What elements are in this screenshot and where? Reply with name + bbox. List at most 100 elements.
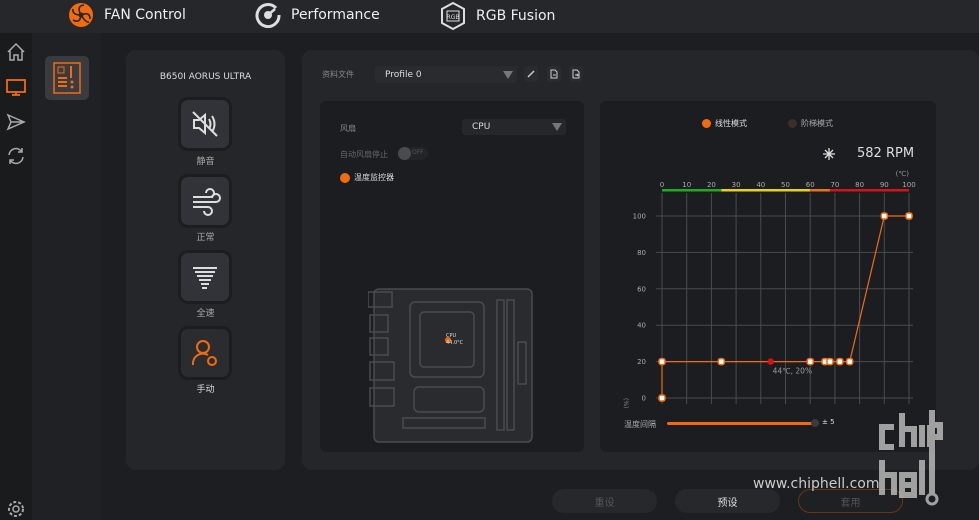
x-tick-label: 50 bbox=[781, 181, 790, 189]
x-tick-label: 80 bbox=[855, 181, 864, 189]
x-tick-label: 20 bbox=[707, 181, 716, 189]
auto-stop-label: 自动风扇停止 bbox=[340, 150, 388, 159]
curve-point bbox=[806, 357, 814, 366]
mode-silent-button[interactable] bbox=[181, 100, 229, 148]
interval-slider[interactable] bbox=[667, 419, 819, 427]
motherboard-diagram bbox=[368, 288, 533, 443]
x-tick-label: 90 bbox=[880, 181, 889, 189]
curve-point bbox=[658, 357, 666, 366]
device-name: B650I AORUS ULTRA bbox=[159, 72, 252, 82]
interval-label: 温度间隔 bbox=[624, 420, 656, 429]
radio-dot-icon bbox=[340, 172, 350, 183]
fan-icon bbox=[69, 3, 93, 27]
curve-point bbox=[658, 394, 666, 402]
monitor-icon[interactable] bbox=[5, 76, 27, 98]
curve-point bbox=[845, 357, 854, 366]
reset-button[interactable]: 重设 bbox=[552, 489, 657, 513]
fan-curve-chart[interactable]: 0 10 20 30 40 50 60 70 80 90 100 0 20 40 60 80 100 (℃) (%)… bbox=[600, 101, 936, 421]
send-icon[interactable] bbox=[5, 111, 27, 133]
watermark-url: www.chiphell.com bbox=[753, 476, 880, 492]
top-bar: FAN Control Performance RGB RGB Fusion bbox=[0, 0, 979, 33]
import-profile-button[interactable] bbox=[547, 66, 561, 82]
x-tick-label: 0 bbox=[660, 181, 664, 189]
manual-user-icon bbox=[191, 340, 217, 366]
temp-band bbox=[810, 189, 830, 192]
profile-value: Profile 0 bbox=[385, 69, 422, 80]
reset-label: 重设 bbox=[594, 497, 615, 509]
mode-manual-button[interactable] bbox=[181, 329, 229, 377]
y-tick-label: 20 bbox=[637, 358, 646, 366]
mode-fullspeed-button[interactable] bbox=[181, 253, 229, 301]
curve-point bbox=[836, 357, 844, 366]
curve-point bbox=[905, 212, 913, 220]
mode-label: 手动 bbox=[196, 385, 215, 395]
mode-label: 正常 bbox=[196, 233, 215, 243]
y-tick-label: 60 bbox=[637, 285, 646, 293]
y-tick-label: 100 bbox=[633, 213, 646, 221]
x-tick-label: 40 bbox=[756, 181, 765, 189]
tab-label: FAN Control bbox=[104, 7, 186, 23]
tab-fan-control[interactable]: FAN Control bbox=[68, 2, 186, 28]
chevron-down-icon bbox=[503, 71, 513, 79]
export-profile-button[interactable] bbox=[569, 66, 583, 82]
x-tick-label: 30 bbox=[732, 181, 741, 189]
file-import-icon bbox=[550, 69, 558, 79]
x-tick-label: 70 bbox=[830, 181, 839, 189]
x-unit-label: (℃) bbox=[896, 170, 910, 178]
temp-band bbox=[662, 189, 722, 192]
curve-point bbox=[826, 357, 834, 366]
interval-value: ± 5 bbox=[822, 418, 835, 426]
y-tick-label: 80 bbox=[637, 249, 646, 257]
home-icon[interactable] bbox=[5, 41, 27, 63]
y-tick-label: 40 bbox=[637, 322, 646, 330]
current-point bbox=[767, 358, 774, 365]
default-button[interactable]: 预设 bbox=[675, 489, 780, 513]
fan-curve-panel: 线性模式 阶梯模式 582 RPM 0 10 20 30 40 50 60 70 80 90 100… bbox=[600, 101, 936, 452]
gauge-icon bbox=[255, 3, 281, 28]
apply-label: 套用 bbox=[840, 497, 861, 509]
temp-monitor-radio[interactable]: 温度监控器 bbox=[340, 172, 394, 183]
profile-select[interactable]: Profile 0 bbox=[375, 66, 517, 83]
x-tick-label: 100 bbox=[902, 181, 915, 189]
mode-normal-button[interactable] bbox=[181, 177, 229, 225]
temp-band bbox=[721, 189, 811, 192]
x-tick-label: 10 bbox=[682, 181, 691, 189]
sync-icon[interactable] bbox=[5, 145, 27, 167]
settings-icon[interactable] bbox=[5, 498, 27, 520]
profile-label: 资料文件 bbox=[322, 70, 354, 79]
tab-label: Performance bbox=[291, 7, 380, 23]
fan-mode-panel: B650I AORUS ULTRA 静音 正常 全速 手动 bbox=[126, 50, 285, 470]
temp-band bbox=[829, 189, 909, 192]
device-motherboard-button[interactable] bbox=[45, 56, 89, 100]
y-tick-label: 0 bbox=[642, 395, 646, 403]
svg-text:RGB: RGB bbox=[447, 14, 460, 21]
fan-label: 风扇 bbox=[340, 124, 356, 133]
tab-performance[interactable]: Performance bbox=[255, 2, 380, 28]
device-column bbox=[32, 33, 102, 520]
tab-rgb-fusion[interactable]: RGB RGB Fusion bbox=[440, 2, 555, 30]
fan-select[interactable]: CPU bbox=[462, 119, 566, 135]
tornado-icon bbox=[193, 267, 217, 289]
chiphell-logo bbox=[879, 410, 943, 506]
fan-settings-panel: 风扇 CPU 自动风扇停止 OFF 温度监控器 CPU 44.0°C bbox=[320, 101, 584, 452]
default-label: 预设 bbox=[717, 497, 738, 509]
edit-profile-button[interactable] bbox=[524, 66, 538, 82]
curve-point bbox=[880, 212, 889, 220]
tab-label: RGB Fusion bbox=[476, 8, 556, 24]
motherboard-icon bbox=[53, 62, 81, 94]
pencil-icon bbox=[527, 70, 535, 78]
slider-handle[interactable] bbox=[811, 419, 819, 427]
mute-icon bbox=[192, 111, 218, 137]
auto-stop-toggle[interactable]: OFF bbox=[398, 147, 428, 160]
mode-label: 全速 bbox=[196, 309, 215, 319]
y-unit-label: (%) bbox=[622, 398, 629, 408]
file-export-icon bbox=[572, 69, 580, 79]
cpu-temp: 44.0°C bbox=[446, 340, 464, 346]
fan-value: CPU bbox=[472, 122, 491, 132]
curve-point bbox=[717, 357, 726, 366]
cpu-label: CPU bbox=[446, 333, 457, 339]
temp-monitor-label: 温度监控器 bbox=[354, 173, 394, 182]
current-point-label: 44℃, 20% bbox=[773, 367, 812, 376]
rgb-icon: RGB bbox=[441, 2, 465, 30]
x-tick-label: 60 bbox=[806, 181, 815, 189]
